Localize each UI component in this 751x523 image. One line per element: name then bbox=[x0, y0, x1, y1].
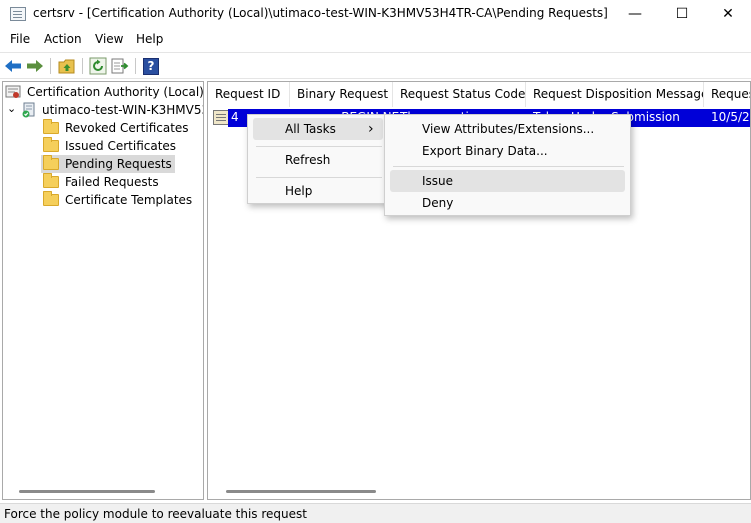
menu-separator bbox=[256, 177, 382, 178]
folder-icon bbox=[43, 137, 59, 152]
menu-item-all-tasks[interactable]: All Tasks bbox=[285, 118, 336, 140]
folder-icon bbox=[43, 191, 59, 206]
menu-item-issue[interactable]: Issue bbox=[422, 170, 453, 192]
tree-root-label: Certification Authority (Local) bbox=[27, 85, 204, 99]
minimize-button[interactable]: — bbox=[612, 0, 658, 28]
cell-submission-date: 10/5/2023 bbox=[711, 110, 750, 124]
export-list-icon[interactable] bbox=[111, 57, 129, 75]
expand-chevron-icon[interactable]: ⌄ bbox=[7, 102, 21, 115]
console-tree[interactable]: Certification Authority (Local) ⌄ utimac… bbox=[2, 81, 204, 500]
status-bar: Force the policy module to reevaluate th… bbox=[0, 503, 751, 523]
folder-icon bbox=[43, 155, 59, 170]
tree-item-certificate-templates[interactable]: Certificate Templates bbox=[43, 191, 192, 209]
column-header-binary-request[interactable]: Binary Request bbox=[290, 82, 393, 107]
certificate-authority-icon bbox=[5, 85, 21, 98]
tree-ca-label: utimaco-test-WIN-K3HMV53H4TR-CA bbox=[42, 103, 203, 117]
list-horizontal-scrollbar[interactable] bbox=[226, 490, 376, 493]
menu-item-deny[interactable]: Deny bbox=[422, 192, 453, 214]
back-arrow-icon[interactable] bbox=[4, 57, 22, 75]
menu-item-export-binary-data[interactable]: Export Binary Data... bbox=[422, 140, 548, 162]
tree-item-pending-requests[interactable]: Pending Requests bbox=[41, 155, 175, 173]
menu-separator bbox=[256, 146, 382, 147]
menu-bar: File Action View Help bbox=[0, 30, 751, 50]
tree-item-label: Certificate Templates bbox=[65, 193, 193, 207]
tree-item-label: Issued Certificates bbox=[65, 139, 177, 153]
toolbar: ? bbox=[0, 52, 751, 79]
tree-item-label: Failed Requests bbox=[65, 175, 159, 189]
maximize-button[interactable]: ☐ bbox=[659, 0, 705, 28]
tree-item-issued-certificates[interactable]: Issued Certificates bbox=[43, 137, 176, 155]
column-header-request-submission-date[interactable]: Request Submission Date bbox=[704, 82, 750, 107]
tree-item-revoked-certificates[interactable]: Revoked Certificates bbox=[43, 119, 189, 137]
tree-ca-node[interactable]: ⌄ utimaco-test-WIN-K3HMV53H4TR-CA bbox=[7, 101, 203, 119]
toolbar-separator bbox=[82, 58, 83, 74]
column-header-request-disposition-message[interactable]: Request Disposition Message bbox=[526, 82, 704, 107]
menu-separator bbox=[393, 166, 624, 167]
menu-item-refresh[interactable]: Refresh bbox=[285, 149, 330, 171]
toolbar-separator bbox=[50, 58, 51, 74]
menu-action[interactable]: Action bbox=[44, 32, 82, 46]
tree-root[interactable]: Certification Authority (Local) bbox=[5, 83, 204, 101]
menu-item-help[interactable]: Help bbox=[285, 180, 312, 202]
submenu-arrow-icon: › bbox=[368, 121, 374, 137]
title-bar: certsrv - [Certification Authority (Loca… bbox=[0, 0, 751, 28]
status-text: Force the policy module to reevaluate th… bbox=[4, 507, 307, 521]
folder-icon bbox=[43, 119, 59, 134]
all-tasks-submenu: View Attributes/Extensions... Export Bin… bbox=[384, 114, 631, 216]
context-menu: All Tasks › Refresh Help bbox=[247, 114, 389, 204]
column-header-request-id[interactable]: Request ID bbox=[208, 82, 290, 107]
menu-help[interactable]: Help bbox=[136, 32, 163, 46]
up-folder-icon[interactable] bbox=[58, 57, 76, 75]
forward-arrow-icon[interactable] bbox=[26, 57, 44, 75]
folder-icon bbox=[43, 173, 59, 188]
certsrv-app-icon bbox=[10, 7, 26, 21]
window-title: certsrv - [Certification Authority (Loca… bbox=[33, 6, 608, 20]
tree-horizontal-scrollbar[interactable] bbox=[19, 490, 155, 493]
request-icon bbox=[213, 110, 229, 125]
tree-item-label: Pending Requests bbox=[65, 157, 172, 171]
help-icon[interactable]: ? bbox=[142, 57, 160, 75]
column-header-request-status-code[interactable]: Request Status Code bbox=[393, 82, 526, 107]
ca-server-icon bbox=[22, 102, 35, 118]
tree-item-label: Revoked Certificates bbox=[65, 121, 189, 135]
tree-item-failed-requests[interactable]: Failed Requests bbox=[43, 173, 159, 191]
menu-view[interactable]: View bbox=[95, 32, 123, 46]
cell-request-id: 4 bbox=[231, 110, 239, 124]
menu-file[interactable]: File bbox=[10, 32, 30, 46]
menu-item-view-attributes[interactable]: View Attributes/Extensions... bbox=[422, 118, 594, 140]
toolbar-separator bbox=[135, 58, 136, 74]
close-button[interactable]: ✕ bbox=[705, 0, 751, 28]
refresh-icon[interactable] bbox=[89, 57, 107, 75]
